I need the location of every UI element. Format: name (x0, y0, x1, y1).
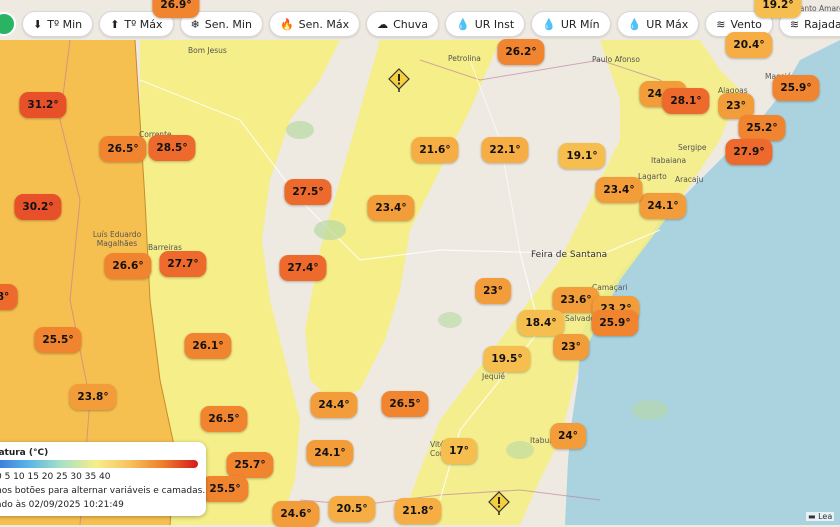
chip-label: UR Mín (560, 17, 600, 31)
chip-label: Sen. Min (204, 17, 252, 31)
temperature-marker[interactable]: 26.5° (381, 391, 429, 417)
chip-label: UR Máx (646, 17, 689, 31)
chip-ur-m-n[interactable]: 💧 UR Mín (531, 11, 611, 37)
legend-color-bar (0, 460, 198, 468)
chip-label: Tº Máx (124, 17, 163, 31)
temperature-marker[interactable]: 21.8° (394, 498, 442, 524)
temperature-marker[interactable]: 20.4° (725, 32, 773, 58)
temperature-marker[interactable]: 25.2° (738, 115, 786, 141)
chip-label: Vento (730, 17, 762, 31)
temperature-marker[interactable]: 20.5° (328, 496, 376, 522)
temperature-marker[interactable]: 26.6° (104, 253, 152, 279)
city-label: Petrolina (448, 54, 481, 63)
temperature-marker[interactable]: 25.5° (201, 476, 249, 502)
temperature-marker[interactable]: 25.9° (772, 75, 820, 101)
temperature-legend: ratura (°C) 0 5 10 15 20 25 30 35 40 nos… (0, 442, 206, 516)
weather-warning-icon[interactable] (488, 491, 510, 519)
city-label: Santo Amaro (795, 4, 840, 13)
temperature-marker[interactable]: 27.4° (279, 255, 327, 281)
temperature-marker[interactable]: 21.6° (411, 137, 459, 163)
chip-t-min[interactable]: ⬇ Tº Min (22, 11, 94, 37)
chip-ur-inst[interactable]: 💧 UR Inst (445, 11, 526, 37)
chip-label: Sen. Máx (298, 17, 350, 31)
temperature-marker[interactable]: 23.4° (367, 195, 415, 221)
legend-title: ratura (°C) (0, 448, 49, 458)
chip-label: Rajadas (804, 17, 840, 31)
droplet-icon: 💧 (542, 17, 556, 31)
temperature-marker[interactable]: 19.5° (483, 346, 531, 372)
temperature-marker[interactable]: 24.1° (639, 193, 687, 219)
city-label: Bom Jesus (188, 46, 227, 55)
temperature-marker[interactable]: 26.2° (497, 39, 545, 65)
temperature-marker[interactable]: 24° (550, 423, 586, 449)
rain-cloud-icon: ☁ (377, 17, 389, 31)
status-dot[interactable] (0, 12, 16, 36)
city-label: Jequié (482, 372, 506, 381)
attribution-text: Lea (818, 512, 833, 521)
legend-ticks: 0 5 10 15 20 25 30 35 40 (0, 472, 111, 482)
temperature-marker[interactable]: 24.1° (306, 440, 354, 466)
city-label: Aracaju (675, 175, 704, 184)
temperature-marker[interactable]: 27.7° (159, 251, 207, 277)
temperature-marker[interactable]: 26.5° (99, 136, 147, 162)
chip-ur-m-x[interactable]: 💧 UR Máx (616, 11, 700, 37)
temperature-marker[interactable]: 24.4° (310, 392, 358, 418)
legend-updated: ado às 02/09/2025 10:21:49 (0, 500, 124, 510)
flame-icon: 🔥 (279, 17, 294, 31)
chip-label: UR Inst (474, 17, 515, 31)
legend-hint: nos botões para alternar variáveis e cam… (0, 486, 206, 496)
temperature-marker[interactable]: 17° (441, 438, 477, 464)
city-label: Itabaiana (651, 156, 687, 165)
thermometer-up-icon: ⬆ (110, 17, 120, 31)
temperature-marker[interactable]: 28.5° (148, 135, 196, 161)
weather-warning-icon[interactable] (388, 68, 410, 96)
city-label: Feira de Santana (531, 250, 608, 260)
chip-sen-m-x[interactable]: 🔥 Sen. Máx (268, 11, 361, 37)
temperature-marker[interactable]: 30.2° (14, 194, 62, 220)
city-label: Sergipe (678, 143, 707, 152)
temperature-marker[interactable]: 8° (0, 284, 18, 310)
thermometer-down-icon: ⬇ (33, 17, 43, 31)
snowflake-icon: ❄ (190, 17, 200, 31)
city-label: Luís Eduardo Magalhães (92, 230, 142, 248)
gust-icon: ≋ (789, 17, 800, 31)
temperature-marker[interactable]: 22.1° (481, 137, 529, 163)
variable-toolbar: ⬆Tº Máx⬇Tº Min⬆Tº Máx❄Sen. Min🔥Sen. Máx☁… (0, 0, 840, 48)
droplet-icon: 💧 (627, 17, 642, 31)
temperature-marker[interactable]: 18.4° (517, 310, 565, 336)
city-label: Paulo Afonso (592, 55, 640, 64)
temperature-marker[interactable]: 25.7° (226, 452, 274, 478)
city-label: Lagarto (638, 172, 667, 181)
chip-label: Tº Min (47, 17, 83, 31)
chip-chuva[interactable]: ☁ Chuva (366, 11, 439, 37)
temperature-marker[interactable]: 25.9° (591, 310, 639, 336)
wind-icon: ≋ (716, 17, 726, 31)
droplet-icon: 💧 (456, 17, 470, 31)
temperature-marker[interactable]: 26.9° (152, 0, 200, 18)
map-attribution[interactable]: ▬ Lea (806, 512, 835, 521)
chip-label: Chuva (393, 17, 428, 31)
temperature-marker[interactable]: 25.5° (34, 327, 82, 353)
temperature-marker[interactable]: 27.9° (725, 139, 773, 165)
flag-icon: ▬ (808, 512, 816, 521)
temperature-marker[interactable]: 23° (475, 278, 511, 304)
temperature-marker[interactable]: 26.5° (200, 406, 248, 432)
temperature-marker[interactable]: 23.4° (595, 177, 643, 203)
temperature-marker[interactable]: 24.6° (272, 501, 320, 527)
temperature-marker[interactable]: 19.1° (558, 143, 606, 169)
temperature-marker[interactable]: 28.1° (662, 88, 710, 114)
temperature-marker[interactable]: 26.1° (184, 333, 232, 359)
temperature-marker[interactable]: 27.5° (284, 179, 332, 205)
temperature-marker[interactable]: 23° (553, 334, 589, 360)
temperature-marker[interactable]: 23.8° (69, 384, 117, 410)
temperature-marker[interactable]: 19.2° (754, 0, 802, 18)
temperature-marker[interactable]: 31.2° (19, 92, 67, 118)
